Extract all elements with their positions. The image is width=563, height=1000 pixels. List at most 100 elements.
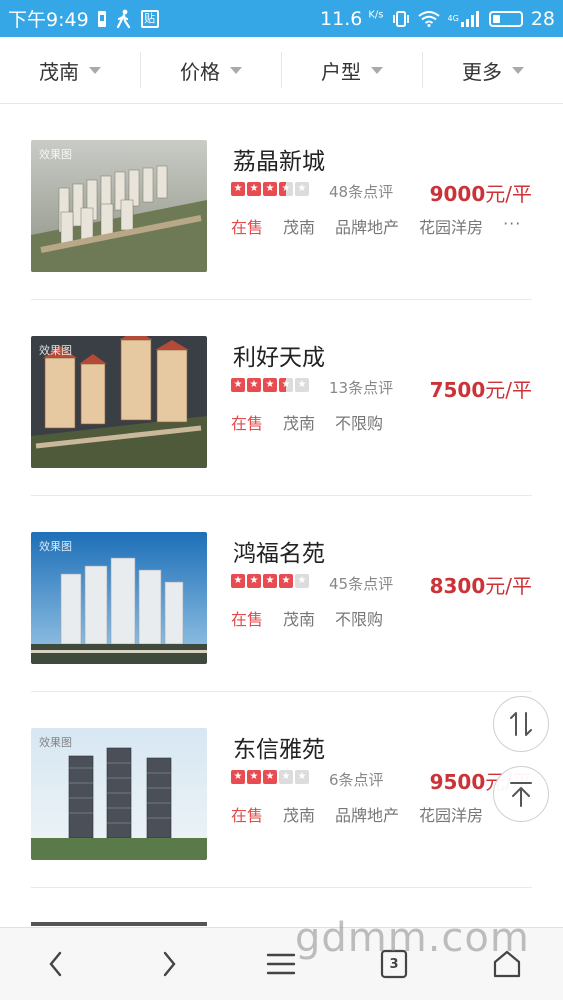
tag: 茂南 — [283, 806, 316, 825]
network-speed: 11.6 K/s — [320, 7, 384, 30]
caret-down-icon — [371, 66, 383, 74]
back-to-top-icon — [510, 782, 532, 807]
star-icon: ★ — [231, 574, 245, 588]
listing-tags: 在售 茂南 品牌地产 花园洋房 ··· — [231, 214, 521, 238]
listing-name: 利好天成 — [233, 345, 325, 371]
review-count: 13条点评 — [329, 379, 394, 397]
tag-status: 在售 — [231, 414, 264, 433]
notification-badge: 贴 — [140, 9, 159, 28]
sort-button[interactable] — [493, 696, 549, 752]
next-listing-thumbnail — [31, 922, 207, 926]
tag-status: 在售 — [231, 806, 264, 825]
star-icon: ★ — [263, 770, 277, 784]
sort-icon — [510, 712, 532, 736]
star-icon: ★ — [279, 378, 293, 392]
listing-name: 东信雅苑 — [233, 737, 325, 763]
review-count: 45条点评 — [329, 575, 394, 593]
star-icon: ★ — [279, 770, 293, 784]
star-icon: ★ — [231, 182, 245, 196]
tag: 花园洋房 — [419, 218, 484, 237]
listing-item[interactable]: 效果图 东信雅苑 ★ ★ ★ ★ ★ 6条点评 9500元/平 在售 茂南 品牌… — [31, 692, 532, 888]
filter-layout[interactable]: 户型 — [282, 52, 423, 88]
chevron-left-icon — [49, 951, 62, 977]
star-icon: ★ — [263, 182, 277, 196]
filter-district[interactable]: 茂南 — [0, 52, 141, 88]
network-type: 4G — [447, 14, 459, 23]
listing-name: 荔晶新城 — [233, 149, 325, 175]
star-icon: ★ — [263, 574, 277, 588]
walking-person-icon — [115, 9, 133, 29]
listing-price: 8300元/平 — [429, 574, 532, 598]
star-icon: ★ — [295, 182, 309, 196]
menu-icon — [267, 953, 296, 975]
star-icon: ★ — [295, 378, 309, 392]
star-icon: ★ — [279, 182, 293, 196]
tag: 花园洋房 — [419, 806, 484, 825]
watermark: gdmm.com — [295, 915, 530, 961]
listing-price: 7500元/平 — [429, 378, 532, 402]
status-time: 下午9:49 — [8, 9, 89, 31]
tag: 茂南 — [283, 414, 316, 433]
listing-list: 效果图 荔晶新城 ★ ★ ★ ★ ★ 48条点评 9000元/平 在售 茂南 品… — [0, 104, 563, 888]
battery-level: 28 — [530, 7, 555, 30]
tag: 品牌地产 — [335, 218, 400, 237]
review-count: 48条点评 — [329, 183, 394, 201]
listing-tags: 在售 茂南 不限购 — [231, 410, 383, 434]
filter-price[interactable]: 价格 — [141, 52, 282, 88]
filter-label: 户型 — [321, 59, 361, 84]
rating-stars: ★ ★ ★ ★ ★ — [231, 182, 309, 196]
star-icon: ★ — [263, 378, 277, 392]
tag: 不限购 — [335, 414, 384, 433]
filter-label: 价格 — [180, 59, 220, 84]
back-to-top-button[interactable] — [493, 766, 549, 822]
listing-tags: 在售 茂南 品牌地产 花园洋房 — [231, 802, 483, 826]
tag: 茂南 — [283, 218, 316, 237]
caret-down-icon — [89, 66, 101, 74]
listing-item[interactable]: 效果图 荔晶新城 ★ ★ ★ ★ ★ 48条点评 9000元/平 在售 茂南 品… — [31, 104, 532, 300]
star-icon: ★ — [247, 574, 261, 588]
star-icon: ★ — [247, 770, 261, 784]
forward-button[interactable] — [139, 939, 199, 989]
signal-icon: 4G — [447, 10, 481, 27]
listing-item[interactable]: 效果图 鸿福名苑 ★ ★ ★ ★ ★ 45条点评 8300元/平 在售 茂南 不… — [31, 496, 532, 692]
filter-bar: 茂南 价格 户型 更多 — [0, 37, 563, 104]
listing-name: 鸿福名苑 — [233, 541, 325, 567]
star-icon: ★ — [247, 378, 261, 392]
thumb-badge: 效果图 — [39, 148, 72, 161]
listing-thumbnail: 效果图 — [31, 140, 207, 272]
back-button[interactable] — [26, 939, 86, 989]
star-icon: ★ — [295, 574, 309, 588]
rating-stars: ★ ★ ★ ★ ★ — [231, 378, 309, 392]
listing-tags: 在售 茂南 不限购 — [231, 606, 383, 630]
wifi-icon — [417, 10, 440, 27]
tag: 不限购 — [335, 610, 384, 629]
rating-stars: ★ ★ ★ ★ ★ — [231, 574, 309, 588]
listing-thumbnail: 效果图 — [31, 532, 207, 664]
star-icon: ★ — [231, 770, 245, 784]
filter-label: 更多 — [462, 59, 502, 84]
listing-item[interactable]: 效果图 利好天成 ★ ★ ★ ★ ★ 13条点评 7500元/平 在售 茂南 不… — [31, 300, 532, 496]
tag-status: 在售 — [231, 218, 264, 237]
tag: 茂南 — [283, 610, 316, 629]
thumb-badge: 效果图 — [39, 540, 72, 553]
thumb-badge: 效果图 — [39, 736, 72, 749]
battery-icon — [488, 10, 523, 27]
listing-price: 9000元/平 — [429, 182, 532, 206]
star-icon: ★ — [231, 378, 245, 392]
star-icon: ★ — [295, 770, 309, 784]
caret-down-icon — [230, 66, 242, 74]
filter-label: 茂南 — [39, 59, 79, 84]
caret-down-icon — [512, 66, 524, 74]
more-tags-icon: ··· — [503, 214, 522, 233]
vibrate-icon — [392, 10, 410, 28]
rating-stars: ★ ★ ★ ★ ★ — [231, 770, 309, 784]
thumb-badge: 效果图 — [39, 344, 72, 357]
star-icon: ★ — [247, 182, 261, 196]
tag-status: 在售 — [231, 610, 264, 629]
filter-more[interactable]: 更多 — [423, 52, 563, 88]
status-bar: 下午9:49 贴 11.6 K/s 4G 28 — [0, 0, 563, 37]
chevron-right-icon — [163, 951, 176, 977]
star-icon: ★ — [279, 574, 293, 588]
review-count: 6条点评 — [329, 771, 384, 789]
tag: 品牌地产 — [335, 806, 400, 825]
